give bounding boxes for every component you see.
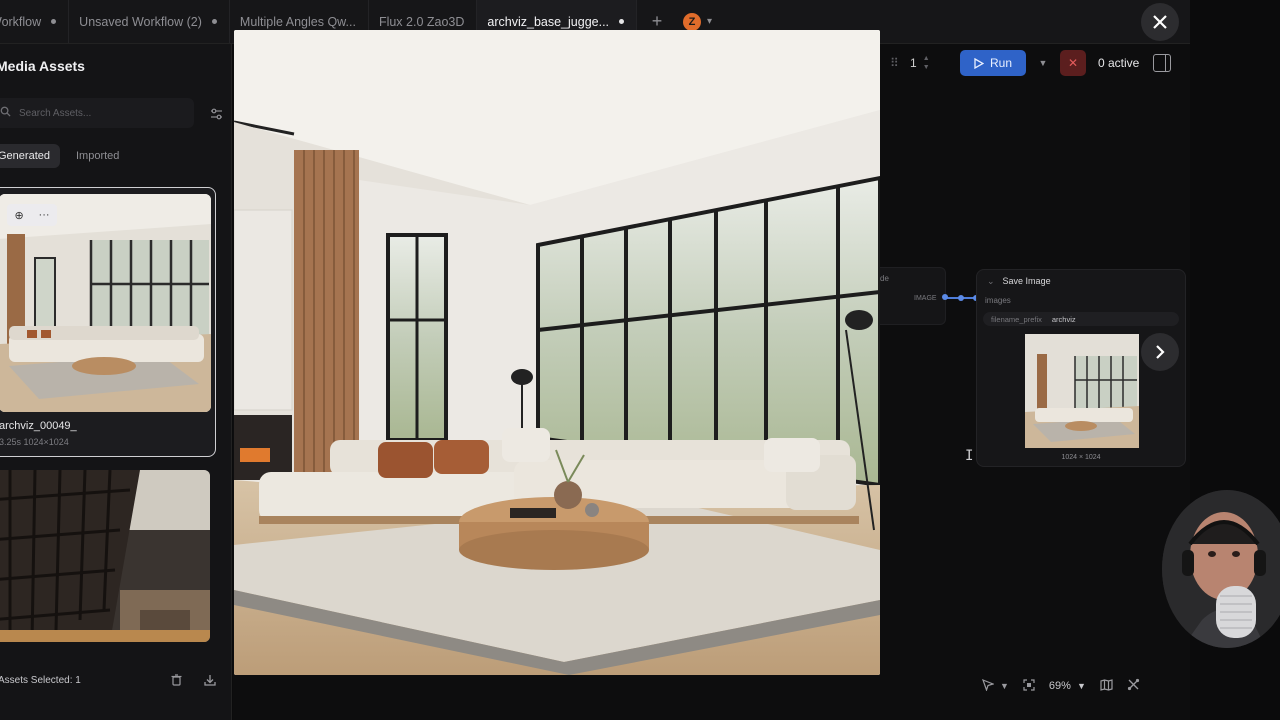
stepper-arrows-icon[interactable]: ▲ ▼: [923, 54, 930, 72]
batch-count-stepper[interactable]: 1 ▲ ▼: [910, 50, 952, 76]
app-logo-icon: Z: [683, 12, 702, 31]
pointer-icon[interactable]: [981, 678, 995, 694]
drag-handle-icon[interactable]: ⠿: [890, 56, 902, 70]
close-icon: [1153, 15, 1167, 29]
download-icon[interactable]: [200, 670, 220, 690]
asset-card[interactable]: [0, 470, 210, 642]
node-header: ⌄ Save Image: [987, 276, 1051, 287]
chevron-down-icon: ▼: [1076, 681, 1086, 691]
asset-name: archviz_00049_: [0, 420, 77, 432]
chevron-down-icon[interactable]: ▼: [1000, 681, 1009, 691]
media-assets-sidebar: Media Assets Generated Imported: [0, 44, 232, 720]
lightbox-image: [234, 30, 880, 675]
canvas-bottom-toolbar: ▼ 69% ▼: [981, 674, 1140, 698]
unsaved-dot-icon: [619, 19, 625, 24]
batch-count-value: 1: [910, 56, 917, 70]
zoom-in-icon[interactable]: ⊕: [14, 209, 23, 222]
app-menu[interactable]: Z ▾: [683, 12, 713, 31]
sidebar-title: Media Assets: [0, 58, 85, 74]
unsaved-dot-icon: [211, 19, 217, 24]
sidebar-footer: Assets Selected: 1: [0, 662, 232, 698]
tab-label: Unsaved Workflow (2): [79, 14, 202, 29]
tab-generated[interactable]: Generated: [0, 144, 60, 168]
widget-name: filename_prefix: [991, 314, 1042, 324]
tab-label: Workflow: [0, 14, 42, 29]
chevron-right-icon: [1156, 345, 1165, 359]
output-socket[interactable]: [942, 294, 948, 300]
queue-toolbar: ⠿ 1 ▲ ▼ Run ▼ ✕ 0 active: [890, 50, 1139, 76]
cancel-run-button[interactable]: ✕: [1060, 50, 1086, 76]
search-box[interactable]: [0, 98, 194, 128]
media-tabs: Generated Imported: [0, 144, 129, 168]
node-title: Save Image: [1002, 276, 1051, 286]
run-button[interactable]: Run: [960, 50, 1026, 76]
assets-selected-count: Assets Selected: 1: [0, 674, 81, 686]
chevron-down-icon: ▼: [1038, 58, 1048, 68]
chevron-down-icon: ▾: [707, 16, 713, 27]
building-facade-thumbnail-image: [0, 470, 210, 642]
close-lightbox-button[interactable]: [1141, 3, 1179, 41]
living-room-thumbnail-image: [0, 194, 211, 412]
sliders-icon: [210, 108, 222, 120]
workflow-tab[interactable]: Workflow: [0, 0, 70, 43]
tab-label: archviz_base_jugge...: [487, 14, 610, 29]
unsaved-dot-icon: [51, 19, 57, 24]
filter-button[interactable]: [206, 104, 226, 124]
minimap-icon[interactable]: [1100, 678, 1113, 694]
asset-thumbnail: ⊕ ···: [0, 194, 211, 412]
active-queue-count: 0 active: [1098, 56, 1140, 70]
widget-value: archviz: [1051, 314, 1076, 324]
search-icon: [0, 106, 11, 120]
run-label: Run: [989, 56, 1012, 70]
living-room-render-image: [234, 30, 880, 675]
tab-label: Flux 2.0 Zao3D: [378, 14, 465, 29]
node-preview-image[interactable]: [1025, 334, 1139, 448]
close-icon: ✕: [1067, 56, 1079, 70]
reroute-dot[interactable]: [958, 295, 964, 301]
zoom-control[interactable]: 69% ▼: [1049, 680, 1086, 692]
zoom-level: 69%: [1048, 680, 1071, 692]
input-slot-label: images: [985, 296, 1011, 305]
upstream-node[interactable]: de IMAGE: [878, 267, 946, 325]
text-cursor-icon: I: [965, 448, 974, 464]
next-image-button[interactable]: [1141, 333, 1179, 371]
output-slot-label: IMAGE: [914, 295, 937, 302]
more-horizontal-icon[interactable]: ···: [39, 209, 50, 221]
play-icon: [974, 57, 984, 69]
thumbnail-actions: ⊕ ···: [7, 204, 57, 226]
living-room-preview-image: [1025, 334, 1139, 448]
workflow-tab[interactable]: Unsaved Workflow (2): [69, 0, 230, 43]
filename-prefix-widget[interactable]: filename_prefix archviz: [983, 312, 1179, 326]
webcam-overlay: [1162, 490, 1280, 648]
run-options-dropdown[interactable]: ▼: [1034, 50, 1052, 76]
preview-dimensions: 1024 × 1024: [1061, 454, 1101, 461]
collapse-chevron-icon[interactable]: ⌄: [987, 276, 995, 287]
panel-toggle-icon[interactable]: [1153, 54, 1171, 72]
tab-label: Multiple Angles Qw...: [239, 14, 356, 29]
trash-icon[interactable]: [166, 670, 186, 690]
search-input[interactable]: [19, 107, 179, 119]
presenter-video-image: [1162, 490, 1280, 648]
asset-meta: 3.25s 1024×1024: [0, 437, 69, 447]
fit-view-icon[interactable]: [1023, 678, 1035, 694]
node-title: de: [880, 274, 889, 283]
link-toggle-icon[interactable]: [1127, 678, 1140, 694]
asset-card-selected[interactable]: ⊕ ··· archviz_00049_ 3.25s 1024×1024: [0, 187, 216, 457]
tab-imported[interactable]: Imported: [66, 144, 129, 168]
